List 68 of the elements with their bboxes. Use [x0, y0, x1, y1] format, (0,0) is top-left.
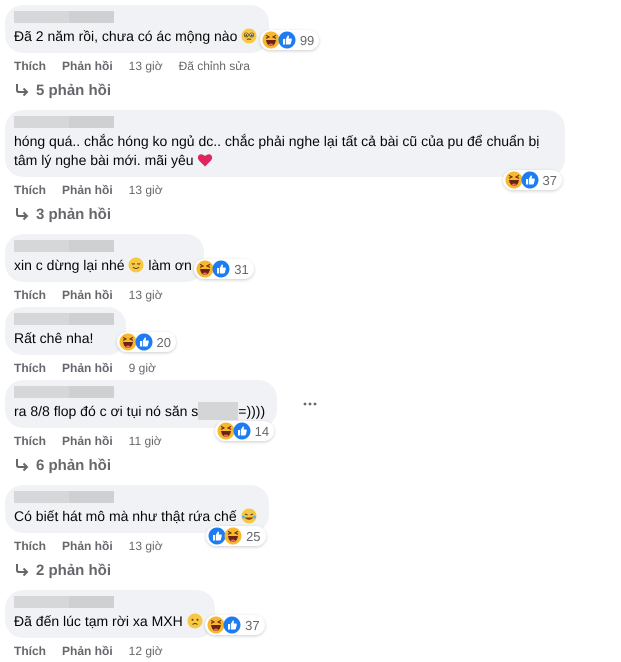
timestamp: 13 giờ: [128, 59, 163, 73]
action-link[interactable]: Phản hồi: [62, 434, 113, 448]
laughing-reaction-icon: [196, 260, 214, 278]
comment-text: tâm lý nghe bài mới. mãi yêu: [14, 152, 195, 168]
action-link[interactable]: Thích: [14, 183, 46, 197]
comment-text: hóng quá.. chắc hóng ko ngủ dc.. chắc phải nghe lại tất cả bài cũ của pu để chuẩn bị: [14, 133, 540, 149]
laughing-reaction-icon: [207, 616, 226, 634]
reaction-count-badge[interactable]: 37: [205, 615, 265, 635]
laughing-reaction-icon: [118, 333, 137, 351]
thumbs-up-icon: [232, 422, 251, 440]
replies-link[interactable]: 2 phản hồi: [36, 562, 111, 578]
thumbs-up-icon: [212, 260, 230, 278]
action-link[interactable]: Thích: [14, 361, 46, 375]
more-icon: [303, 402, 318, 406]
edited-label: Đã chỉnh sửa: [178, 59, 250, 73]
action-link[interactable]: Phản hồi: [62, 288, 113, 302]
reply-arrow-icon: [15, 563, 29, 577]
comment-text: =)))): [238, 403, 266, 419]
timestamp: 9 giờ: [128, 361, 156, 375]
action-link[interactable]: Phản hồi: [62, 361, 113, 375]
laughing-face-icon: [240, 508, 257, 524]
timestamp: 13 giờ: [128, 288, 163, 302]
timestamp: 13 giờ: [128, 539, 163, 553]
timestamp: 13 giờ: [128, 183, 163, 197]
action-link[interactable]: Thích: [14, 288, 46, 302]
action-link[interactable]: Phản hồi: [62, 644, 113, 658]
laughing-reaction-icon: [216, 422, 235, 440]
replies-link[interactable]: 5 phản hồi: [36, 82, 111, 98]
action-link[interactable]: Thích: [14, 434, 46, 448]
comment-text: Đã đến lúc tạm rời xa MXH: [14, 613, 184, 629]
sad-face-icon: [186, 613, 203, 629]
comment-text: ra 8/8 flop đó c ơi tụi nó săn s: [14, 403, 198, 419]
teary-face-icon: [241, 28, 258, 44]
thumbs-up-icon: [223, 616, 242, 634]
reaction-count-badge[interactable]: 20: [116, 332, 176, 352]
comment-text: xin c dừng lại nhé: [14, 257, 126, 273]
action-link[interactable]: Thích: [14, 59, 46, 73]
heart-icon: [197, 152, 214, 168]
reply-arrow-icon: [15, 83, 29, 97]
replies-link[interactable]: 3 phản hồi: [36, 206, 111, 222]
smiling-face-icon: [128, 257, 144, 273]
comment-text: Có biết hát mô mà như thật rứa chế: [14, 508, 238, 524]
comment-text: làm ơn: [147, 257, 192, 273]
reply-arrow-icon: [15, 207, 29, 221]
thumbs-up-icon: [208, 527, 226, 545]
reaction-count-badge[interactable]: 37: [502, 170, 562, 190]
laughing-reaction-icon: [262, 31, 280, 49]
action-link[interactable]: Thích: [14, 539, 46, 553]
laughing-reaction-icon: [504, 171, 523, 189]
thumbs-up-icon: [278, 31, 296, 49]
timestamp: 11 giờ: [128, 434, 162, 448]
action-link[interactable]: Phản hồi: [62, 539, 113, 553]
thumbs-up-icon: [134, 333, 153, 351]
replies-link[interactable]: 6 phản hồi: [36, 456, 111, 474]
timestamp: 12 giờ: [128, 644, 163, 658]
reaction-count-badge[interactable]: 25: [206, 526, 266, 546]
reply-arrow-icon: [15, 458, 29, 472]
comment-text: Đã 2 năm rồi, chưa có ác mộng nào: [14, 28, 238, 44]
reaction-count-badge[interactable]: 31: [194, 259, 254, 279]
laughing-reaction-icon: [224, 527, 242, 545]
reaction-count-badge[interactable]: 99: [260, 30, 320, 50]
comment-text: Rất chê nha!: [14, 330, 94, 346]
action-link[interactable]: Thích: [14, 644, 46, 658]
reaction-count-badge[interactable]: 14: [214, 421, 274, 441]
blurred-text: [198, 402, 238, 420]
action-link[interactable]: Phản hồi: [62, 59, 113, 73]
thumbs-up-icon: [520, 171, 539, 189]
action-link[interactable]: Phản hồi: [62, 183, 113, 197]
